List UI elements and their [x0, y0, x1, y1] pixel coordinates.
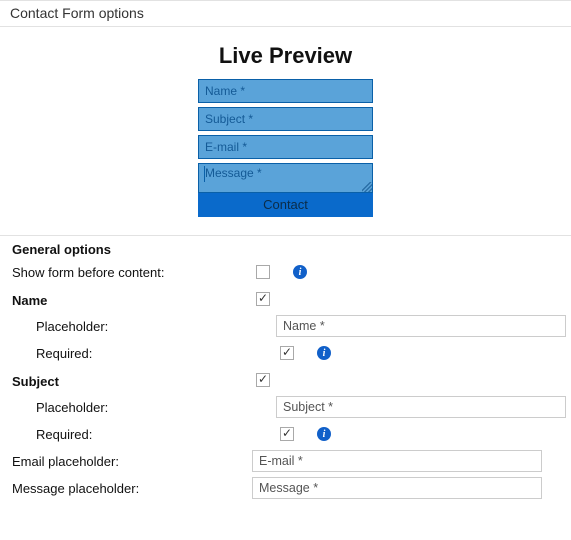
subject-placeholder-input[interactable]: [276, 396, 566, 418]
message-placeholder-label: Message placeholder:: [12, 481, 252, 496]
general-options-heading: General options: [12, 242, 561, 257]
name-placeholder-input[interactable]: [276, 315, 566, 337]
section-divider: [0, 235, 571, 236]
preview-subject-input[interactable]: Subject *: [198, 107, 373, 131]
preview-form: Name * Subject * E-mail * Message * Cont…: [198, 79, 373, 217]
name-required-label: Required:: [12, 346, 276, 361]
info-icon[interactable]: i: [317, 427, 331, 441]
options-panel: General options Show form before content…: [0, 242, 571, 500]
preview-name-input[interactable]: Name *: [198, 79, 373, 103]
preview-message-input[interactable]: Message *: [198, 163, 373, 193]
name-placeholder-label: Placeholder:: [12, 319, 276, 334]
subject-required-label: Required:: [12, 427, 276, 442]
subject-enabled-checkbox[interactable]: [256, 373, 270, 387]
email-placeholder-label: Email placeholder:: [12, 454, 252, 469]
panel-title: Contact Form options: [0, 0, 571, 27]
preview-email-input[interactable]: E-mail *: [198, 135, 373, 159]
subject-required-checkbox[interactable]: [280, 427, 294, 441]
preview-submit-button[interactable]: Contact: [198, 193, 373, 217]
message-placeholder-input[interactable]: [252, 477, 542, 499]
name-section-heading: Name: [12, 293, 252, 308]
info-icon[interactable]: i: [317, 346, 331, 360]
live-preview: Live Preview Name * Subject * E-mail * M…: [0, 27, 571, 223]
show-before-content-label: Show form before content:: [12, 265, 252, 280]
name-enabled-checkbox[interactable]: [256, 292, 270, 306]
subject-section-heading: Subject: [12, 374, 252, 389]
show-before-content-checkbox[interactable]: [256, 265, 270, 279]
email-placeholder-input[interactable]: [252, 450, 542, 472]
preview-heading: Live Preview: [0, 43, 571, 69]
text-caret-icon: [204, 166, 205, 182]
info-icon[interactable]: i: [293, 265, 307, 279]
subject-placeholder-label: Placeholder:: [12, 400, 276, 415]
name-required-checkbox[interactable]: [280, 346, 294, 360]
